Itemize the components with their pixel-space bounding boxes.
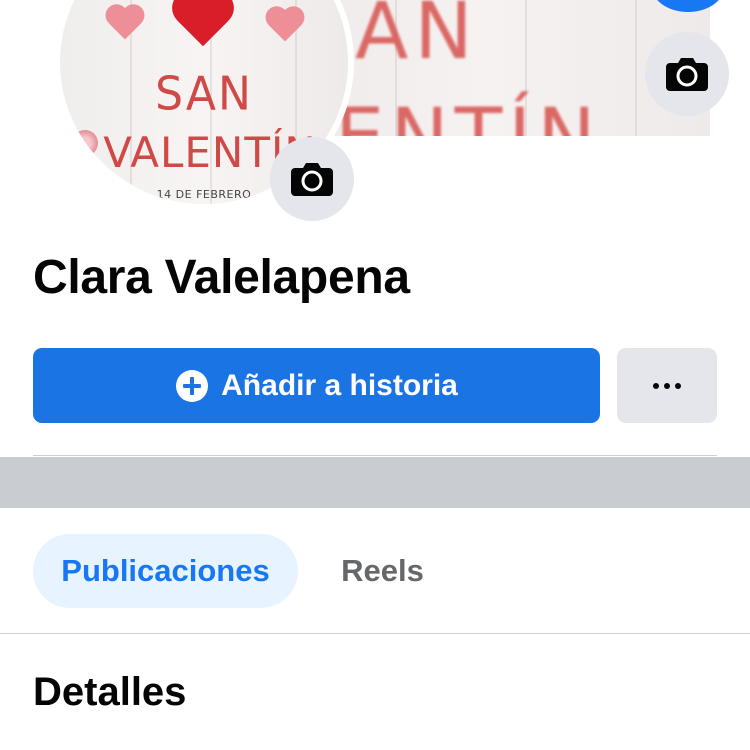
tab-reels[interactable]: Reels — [320, 534, 445, 608]
profile-name: Clara Valelapena — [33, 251, 410, 304]
cover-text-top: AN — [355, 0, 479, 77]
heart-decoration — [264, 7, 307, 45]
camera-icon — [666, 58, 708, 91]
more-dots-icon — [653, 382, 681, 389]
camera-icon — [291, 163, 333, 196]
details-section-title: Detalles — [33, 670, 187, 714]
divider — [33, 455, 717, 456]
heart-decoration — [104, 5, 147, 43]
cover-text-bottom: ENTÍN — [335, 98, 602, 136]
avatar-title-san: SAN — [155, 67, 253, 122]
tab-publicaciones[interactable]: Publicaciones — [33, 534, 298, 608]
heart-decoration — [169, 0, 237, 53]
divider — [0, 633, 750, 634]
plus-circle-icon — [176, 369, 209, 402]
more-options-button[interactable] — [617, 348, 717, 423]
section-separator — [0, 457, 750, 508]
add-to-story-label: Añadir a historia — [221, 368, 458, 402]
edit-cover-photo-button[interactable] — [645, 32, 729, 116]
cover-plank — [635, 0, 637, 136]
edit-profile-picture-button[interactable] — [270, 137, 354, 221]
add-to-story-button[interactable]: Añadir a historia — [33, 348, 600, 423]
